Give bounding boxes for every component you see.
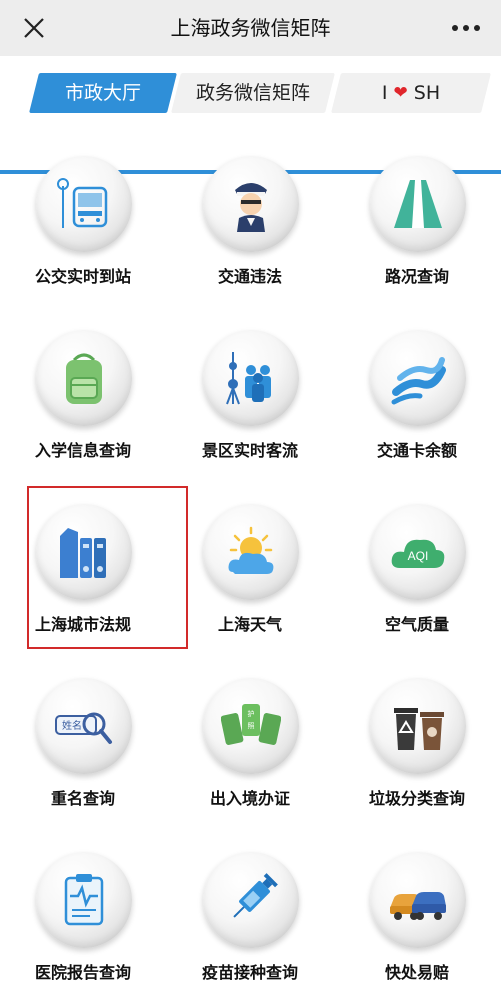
service-traffic-violation[interactable]: 交通违法 <box>167 118 333 292</box>
tab-label: 政务微信矩阵 <box>195 82 310 104</box>
bus-icon <box>36 156 132 252</box>
traffic-police-icon <box>203 156 299 252</box>
weather-icon <box>203 504 299 600</box>
tab-label-suffix: SH <box>413 82 441 104</box>
service-scenic-crowd[interactable]: 景区实时客流 <box>167 292 333 466</box>
service-label: 公交实时到站 <box>34 267 131 286</box>
service-label: 出入境办证 <box>209 789 290 808</box>
tab-i-love-sh[interactable]: I ❤ SH <box>331 73 491 113</box>
svg-text:照: 照 <box>248 722 255 730</box>
service-transit-card[interactable]: 交通卡余额 <box>334 292 500 466</box>
tab-label-prefix: I <box>381 82 388 104</box>
more-icon[interactable] <box>449 16 483 40</box>
tab-wechat-matrix[interactable]: 政务微信矩阵 <box>171 73 335 113</box>
backpack-icon <box>36 330 132 426</box>
service-school-enrollment[interactable]: 入学信息查询 <box>0 292 166 466</box>
service-label: 快处易赔 <box>384 963 449 982</box>
service-road-status[interactable]: 路况查询 <box>334 118 500 292</box>
service-label: 疫苗接种查询 <box>201 963 298 982</box>
service-label: 上海天气 <box>217 615 282 634</box>
service-label: 空气质量 <box>384 615 449 634</box>
heart-icon: ❤ <box>393 83 408 103</box>
trash-bins-icon <box>370 678 466 774</box>
name-search-icon: 姓名 <box>36 678 132 774</box>
service-garbage-sort[interactable]: 垃圾分类查询 <box>334 640 500 814</box>
medical-report-icon <box>36 852 132 948</box>
top-bar: 上海政务微信矩阵 <box>0 0 501 56</box>
page-title: 上海政务微信矩阵 <box>170 16 331 40</box>
service-vaccination[interactable]: 疫苗接种查询 <box>167 814 333 988</box>
service-label: 景区实时客流 <box>201 441 298 460</box>
service-label: 重名查询 <box>50 789 115 808</box>
svg-text:护: 护 <box>248 709 255 718</box>
service-label: 交通违法 <box>217 267 282 286</box>
car-accident-icon <box>370 852 466 948</box>
service-hospital-report[interactable]: 医院报告查询 <box>0 814 166 988</box>
service-duplicate-name[interactable]: 姓名 重名查询 <box>0 640 166 814</box>
service-label: 交通卡余额 <box>376 441 457 460</box>
service-exit-entry[interactable]: 护 照 出入境办证 <box>167 640 333 814</box>
svg-text:AQI: AQI <box>408 549 429 563</box>
passport-icon: 护 照 <box>203 678 299 774</box>
tab-city-hall[interactable]: 市政大厅 <box>29 73 177 113</box>
service-label: 垃圾分类查询 <box>368 789 465 808</box>
service-weather[interactable]: 上海天气 <box>167 466 333 640</box>
service-label: 医院报告查询 <box>34 963 131 982</box>
tab-bar: 市政大厅 政务微信矩阵 I ❤ SH <box>0 56 501 174</box>
service-bus[interactable]: 公交实时到站 <box>0 118 166 292</box>
syringe-icon <box>203 852 299 948</box>
aqi-cloud-icon: AQI <box>370 504 466 600</box>
service-quick-claim[interactable]: 快处易赔 <box>334 814 500 988</box>
crowd-tower-icon <box>203 330 299 426</box>
tab-label: 市政大厅 <box>64 82 141 104</box>
road-icon <box>370 156 466 252</box>
service-label: 路况查询 <box>384 267 449 286</box>
service-air-quality[interactable]: AQI 空气质量 <box>334 466 500 640</box>
svg-text:姓名: 姓名 <box>62 719 82 732</box>
service-label: 入学信息查询 <box>34 441 131 460</box>
transit-card-icon <box>370 330 466 426</box>
highlight-box <box>27 486 188 649</box>
